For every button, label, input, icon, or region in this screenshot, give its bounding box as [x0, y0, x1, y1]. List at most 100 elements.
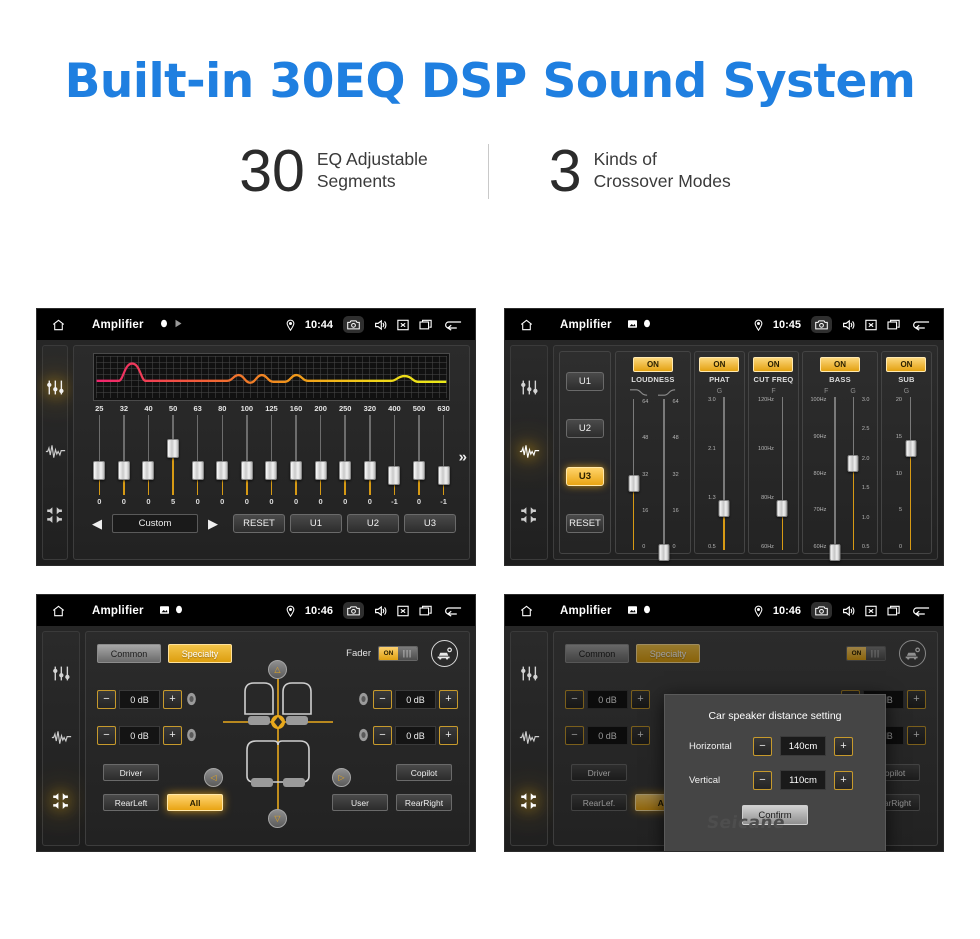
eq-band-knob[interactable]	[437, 465, 450, 485]
nav-left-button[interactable]: ◁	[204, 768, 223, 787]
increase-button[interactable]: +	[631, 690, 650, 709]
preset-u3-button[interactable]: U3	[404, 514, 456, 533]
tab-common[interactable]: Common	[97, 644, 161, 663]
eq-band[interactable]: 0	[87, 415, 112, 510]
recent-apps-icon[interactable]	[887, 605, 901, 617]
slider-knob[interactable]	[718, 499, 730, 517]
eq-band[interactable]: 0	[358, 415, 383, 510]
increase-button[interactable]: +	[163, 690, 182, 709]
tab-common[interactable]: Common	[565, 644, 629, 663]
chevron-right-expander-icon[interactable]: »	[459, 448, 467, 465]
increase-button[interactable]: +	[907, 726, 926, 745]
eq-band-knob[interactable]	[339, 461, 352, 481]
preset-u1-button[interactable]: U1	[566, 372, 604, 392]
balance-speaker-icon[interactable]	[45, 506, 65, 527]
decrease-button[interactable]: −	[373, 726, 392, 745]
decrease-button[interactable]: −	[97, 690, 116, 709]
slider-knob[interactable]	[658, 543, 670, 561]
increase-button[interactable]: +	[631, 726, 650, 745]
equalizer-sliders-icon[interactable]	[520, 378, 539, 399]
seat-button-rear-right[interactable]: RearRight	[396, 794, 452, 811]
slider-track[interactable]	[658, 399, 671, 561]
close-x-icon[interactable]	[397, 605, 409, 617]
volume-icon[interactable]	[842, 605, 855, 617]
increase-button[interactable]: +	[907, 690, 926, 709]
home-icon[interactable]	[514, 604, 538, 618]
preset-name-display[interactable]: Custom	[112, 514, 198, 533]
eq-band-track[interactable]	[284, 415, 309, 495]
balance-speaker-icon[interactable]	[519, 506, 539, 527]
eq-band-knob[interactable]	[93, 461, 106, 481]
eq-band-knob[interactable]	[142, 461, 155, 481]
reset-button[interactable]: RESET	[566, 513, 604, 533]
home-icon[interactable]	[46, 318, 70, 332]
slider-track[interactable]	[828, 397, 841, 561]
eq-band-knob[interactable]	[216, 461, 229, 481]
close-x-icon[interactable]	[397, 319, 409, 331]
toggle-on-button[interactable]: ON	[632, 357, 673, 372]
toggle-on-button[interactable]: ON	[819, 357, 860, 372]
slider-track[interactable]	[776, 397, 789, 550]
fader-toggle[interactable]: ON |||	[378, 646, 418, 661]
slider-knob[interactable]	[847, 455, 859, 473]
balance-speaker-icon[interactable]	[519, 792, 539, 813]
preset-prev-button[interactable]: ◀	[87, 516, 107, 532]
crossover-slider[interactable]: 120Hz 100Hz 80Hz 60Hz	[758, 397, 789, 550]
eq-band-track[interactable]	[235, 415, 260, 495]
seat-button-driver[interactable]: Driver	[103, 764, 159, 781]
eq-band[interactable]: 0	[259, 415, 284, 510]
car-settings-icon[interactable]	[431, 640, 458, 667]
back-arrow-icon[interactable]	[911, 605, 930, 617]
camera-icon[interactable]	[811, 316, 832, 333]
eq-band-knob[interactable]	[388, 465, 401, 485]
close-x-icon[interactable]	[865, 319, 877, 331]
preset-u3-button[interactable]: U3	[566, 466, 604, 486]
eq-band[interactable]: -1	[382, 415, 407, 510]
volume-icon[interactable]	[374, 605, 387, 617]
slider-knob[interactable]	[628, 474, 640, 492]
crossover-slider[interactable]: 100Hz 90Hz 80Hz 70Hz 60Hz	[810, 397, 841, 561]
eq-band-track[interactable]	[358, 415, 383, 495]
eq-band-knob[interactable]	[314, 461, 327, 481]
camera-icon[interactable]	[343, 602, 364, 619]
slider-knob[interactable]	[829, 543, 841, 561]
increase-button[interactable]: +	[834, 770, 853, 790]
equalizer-sliders-icon[interactable]	[46, 378, 65, 399]
balance-speaker-icon[interactable]	[51, 792, 71, 813]
eq-band[interactable]: 0	[136, 415, 161, 510]
tab-specialty[interactable]: Specialty	[636, 644, 700, 663]
eq-band-track[interactable]	[185, 415, 210, 495]
eq-band-track[interactable]	[333, 415, 358, 495]
waveform-icon[interactable]	[519, 443, 540, 462]
crossover-slider[interactable]: 3.0 2.1 1.3 0.5	[708, 397, 731, 550]
equalizer-sliders-icon[interactable]	[52, 664, 71, 685]
slider-track[interactable]	[904, 397, 917, 550]
decrease-button[interactable]: −	[565, 726, 584, 745]
increase-button[interactable]: +	[834, 736, 853, 756]
slider-track[interactable]	[847, 397, 860, 550]
seat-button-rear-left[interactable]: RearLef.	[571, 794, 627, 811]
decrease-button[interactable]: −	[97, 726, 116, 745]
home-icon[interactable]	[46, 604, 70, 618]
nav-up-button[interactable]: △	[268, 660, 287, 679]
seat-button-user[interactable]: User	[332, 794, 388, 811]
reset-button[interactable]: RESET	[233, 514, 285, 533]
eq-band-knob[interactable]	[117, 461, 130, 481]
eq-band-knob[interactable]	[191, 461, 204, 481]
eq-band[interactable]: 0	[210, 415, 235, 510]
seat-button-rear-left[interactable]: RearLeft	[103, 794, 159, 811]
crossover-slider[interactable]: 3.0 2.5 2.0 1.5 1.0 0.5	[847, 397, 869, 550]
fader-toggle[interactable]: ON |||	[846, 646, 886, 661]
close-x-icon[interactable]	[865, 605, 877, 617]
crossover-slider[interactable]: 64 48 32 16 0	[627, 399, 648, 550]
eq-band-track[interactable]	[431, 415, 456, 495]
eq-band-track[interactable]	[210, 415, 235, 495]
toggle-on-button[interactable]: ON	[753, 357, 794, 372]
increase-button[interactable]: +	[439, 690, 458, 709]
eq-band-track[interactable]	[259, 415, 284, 495]
tab-specialty[interactable]: Specialty	[168, 644, 232, 663]
decrease-button[interactable]: −	[753, 736, 772, 756]
eq-band[interactable]: 0	[185, 415, 210, 510]
preset-u2-button[interactable]: U2	[566, 419, 604, 439]
slider-track[interactable]	[627, 399, 640, 550]
